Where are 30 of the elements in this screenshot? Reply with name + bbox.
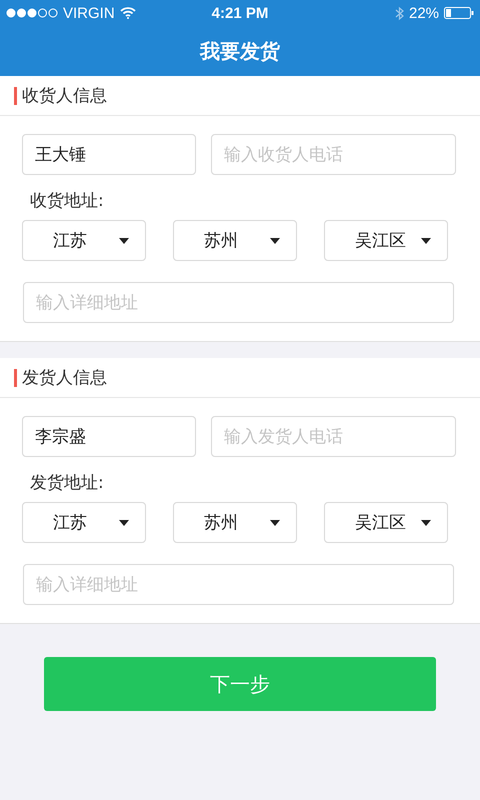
name-field[interactable]: 王大锤 [22,134,196,175]
page-title: 我要发货 [200,38,280,64]
battery-icon [444,7,474,19]
address-field[interactable]: 输入详细地址 [23,564,454,605]
region-dropdown[interactable]: 吴江区 [324,220,448,261]
region-dropdown[interactable]: 江苏 [22,220,146,261]
wifi-icon [120,7,136,19]
caret-icon [421,520,431,526]
caret-icon [270,238,280,244]
status-time: 4:21 PM [212,4,268,22]
battery-percent: 22% [408,4,440,22]
section-title: 发货人信息 [22,367,107,389]
region-dropdown[interactable]: 苏州 [173,502,297,543]
caret-icon [270,520,280,526]
phone-field[interactable]: 输入收货人电话 [211,134,456,175]
region-dropdown[interactable]: 江苏 [22,502,146,543]
bluetooth-icon [394,6,404,20]
region-dropdown[interactable]: 苏州 [173,220,297,261]
region-dropdown[interactable]: 吴江区 [324,502,448,543]
section-title: 收货人信息 [22,85,107,107]
signal-icon [6,8,58,18]
address-field[interactable]: 输入详细地址 [23,282,454,323]
caret-icon [119,520,129,526]
address-label: 发货地址: [30,472,105,494]
carrier-name: VIRGIN [63,4,115,22]
address-label: 收货地址: [30,190,105,212]
caret-icon [421,238,431,244]
phone-field[interactable]: 输入发货人电话 [211,416,456,457]
name-field[interactable]: 李宗盛 [22,416,196,457]
caret-icon [119,238,129,244]
